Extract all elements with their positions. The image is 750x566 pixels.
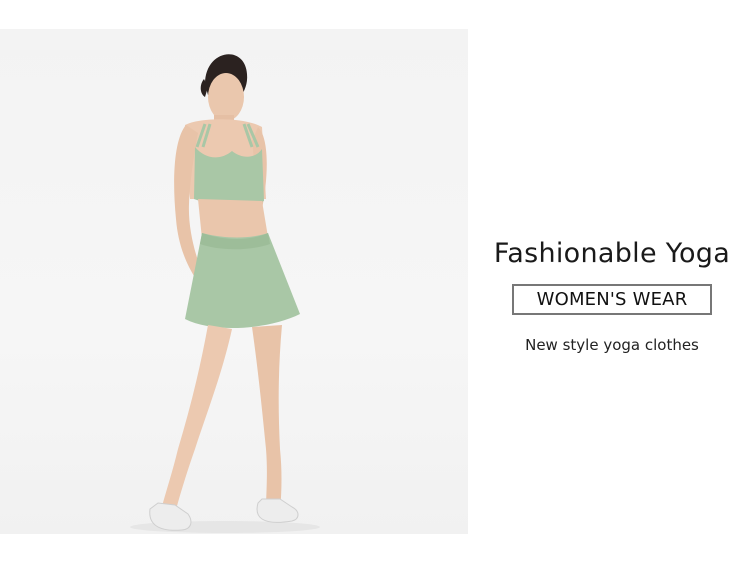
category-tag-label: WOMEN'S WEAR [536, 289, 688, 310]
banner-text: Fashionable Yoga WOMEN'S WEAR New style … [478, 232, 746, 354]
headline: Fashionable Yoga [493, 238, 731, 269]
category-tag: WOMEN'S WEAR [512, 284, 712, 315]
subheadline: New style yoga clothes [525, 336, 699, 354]
product-photo [0, 29, 468, 534]
model-figure [130, 54, 320, 533]
